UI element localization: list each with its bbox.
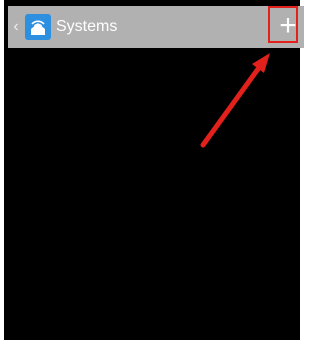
screen: ‹ Systems + xyxy=(0,0,304,342)
add-system-button[interactable]: + xyxy=(272,9,304,43)
wifi-home-icon xyxy=(25,14,51,40)
app-bar: ‹ Systems + xyxy=(8,6,304,48)
chevron-left-icon: ‹ xyxy=(13,18,19,35)
plus-icon: + xyxy=(279,9,297,42)
back-button[interactable]: ‹ xyxy=(8,6,24,48)
page-title: Systems xyxy=(56,18,118,35)
